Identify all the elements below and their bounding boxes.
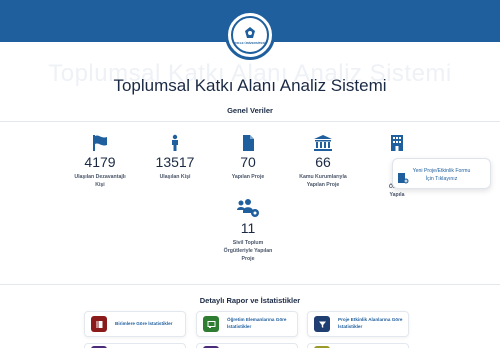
report-card-stub[interactable] — [84, 343, 186, 348]
university-logo[interactable]: DICLE ÜNİVERSİTESİ — [225, 10, 275, 60]
stat-label: Yapılan Proje — [231, 174, 265, 180]
stat-disadvantaged-reached: 4179 Ulaşılan Dezavantajlı Kişi — [65, 134, 135, 190]
logo-mark-icon — [245, 27, 255, 38]
flag-icon — [93, 135, 107, 151]
building-plus-icon — [398, 173, 409, 184]
person-icon — [172, 134, 178, 151]
stat-label: Kamu Kurumlarıyla Yapılan Proje — [299, 174, 347, 188]
building-icon — [391, 135, 403, 151]
stat-public-institution-projects: 66 Kamu Kurumlarıyla Yapılan Proje — [288, 134, 358, 190]
card-label: Öğretim Elemanlarına Göre İstatistikler — [227, 317, 287, 329]
stat-value: 4179 — [84, 154, 116, 170]
stat-label: Ulaşılan Kişi — [159, 174, 191, 180]
toast-line2: İçin Tıklayınız — [425, 176, 458, 183]
card-label: Proje Etkinlik Alanlarına Göre İstatistik… — [338, 317, 403, 329]
logo-text: DICLE ÜNİVERSİTESİ — [234, 41, 266, 45]
institution-icon — [314, 135, 332, 151]
stat-projects: 70 Yapılan Proje — [213, 134, 283, 182]
chalkboard-icon — [203, 316, 219, 332]
stat-people-reached: 13517 Ulaşılan Kişi — [140, 134, 210, 182]
reports-heading: Detaylı Rapor ve İstatistikler — [199, 296, 301, 305]
stat-value: 70 — [240, 154, 256, 170]
stat-label: Ulaşılan Dezavantajlı Kişi — [74, 174, 126, 188]
logo-emblem: DICLE ÜNİVERSİTESİ — [231, 16, 269, 54]
stat-label: Sivil Toplum Örgütleriyle Yapılan Proje — [223, 240, 273, 262]
stat-ngo-projects: 11 Sivil Toplum Örgütleriyle Yapılan Proje — [213, 198, 283, 263]
general-data-heading: Genel Veriler — [227, 106, 273, 115]
stat-value: 66 — [315, 154, 331, 170]
report-card-stub[interactable] — [196, 343, 298, 348]
file-icon — [243, 135, 254, 151]
report-card-academics[interactable]: Öğretim Elemanlarına Göre İstatistikler — [196, 311, 298, 337]
book-icon — [91, 316, 107, 332]
stat-value: 11 — [240, 220, 256, 236]
report-card-units[interactable]: Birimlere Göre İstatistikler — [84, 311, 186, 337]
report-card-activity-areas[interactable]: Proje Etkinlik Alanlarına Göre İstatistik… — [307, 311, 409, 337]
stat-value: 13517 — [155, 154, 195, 170]
toast-line1: Yeni Proje/Etkinlik Formu — [412, 168, 471, 174]
divider — [0, 284, 500, 285]
filter-icon — [314, 316, 330, 332]
users-cog-icon — [237, 199, 259, 217]
report-card-stub[interactable] — [307, 343, 409, 348]
card-label: Birimlere Göre İstatistikler — [115, 320, 173, 326]
page-title: Toplumsal Katkı Alanı Analiz Sistemi — [113, 76, 387, 95]
divider — [0, 121, 500, 122]
